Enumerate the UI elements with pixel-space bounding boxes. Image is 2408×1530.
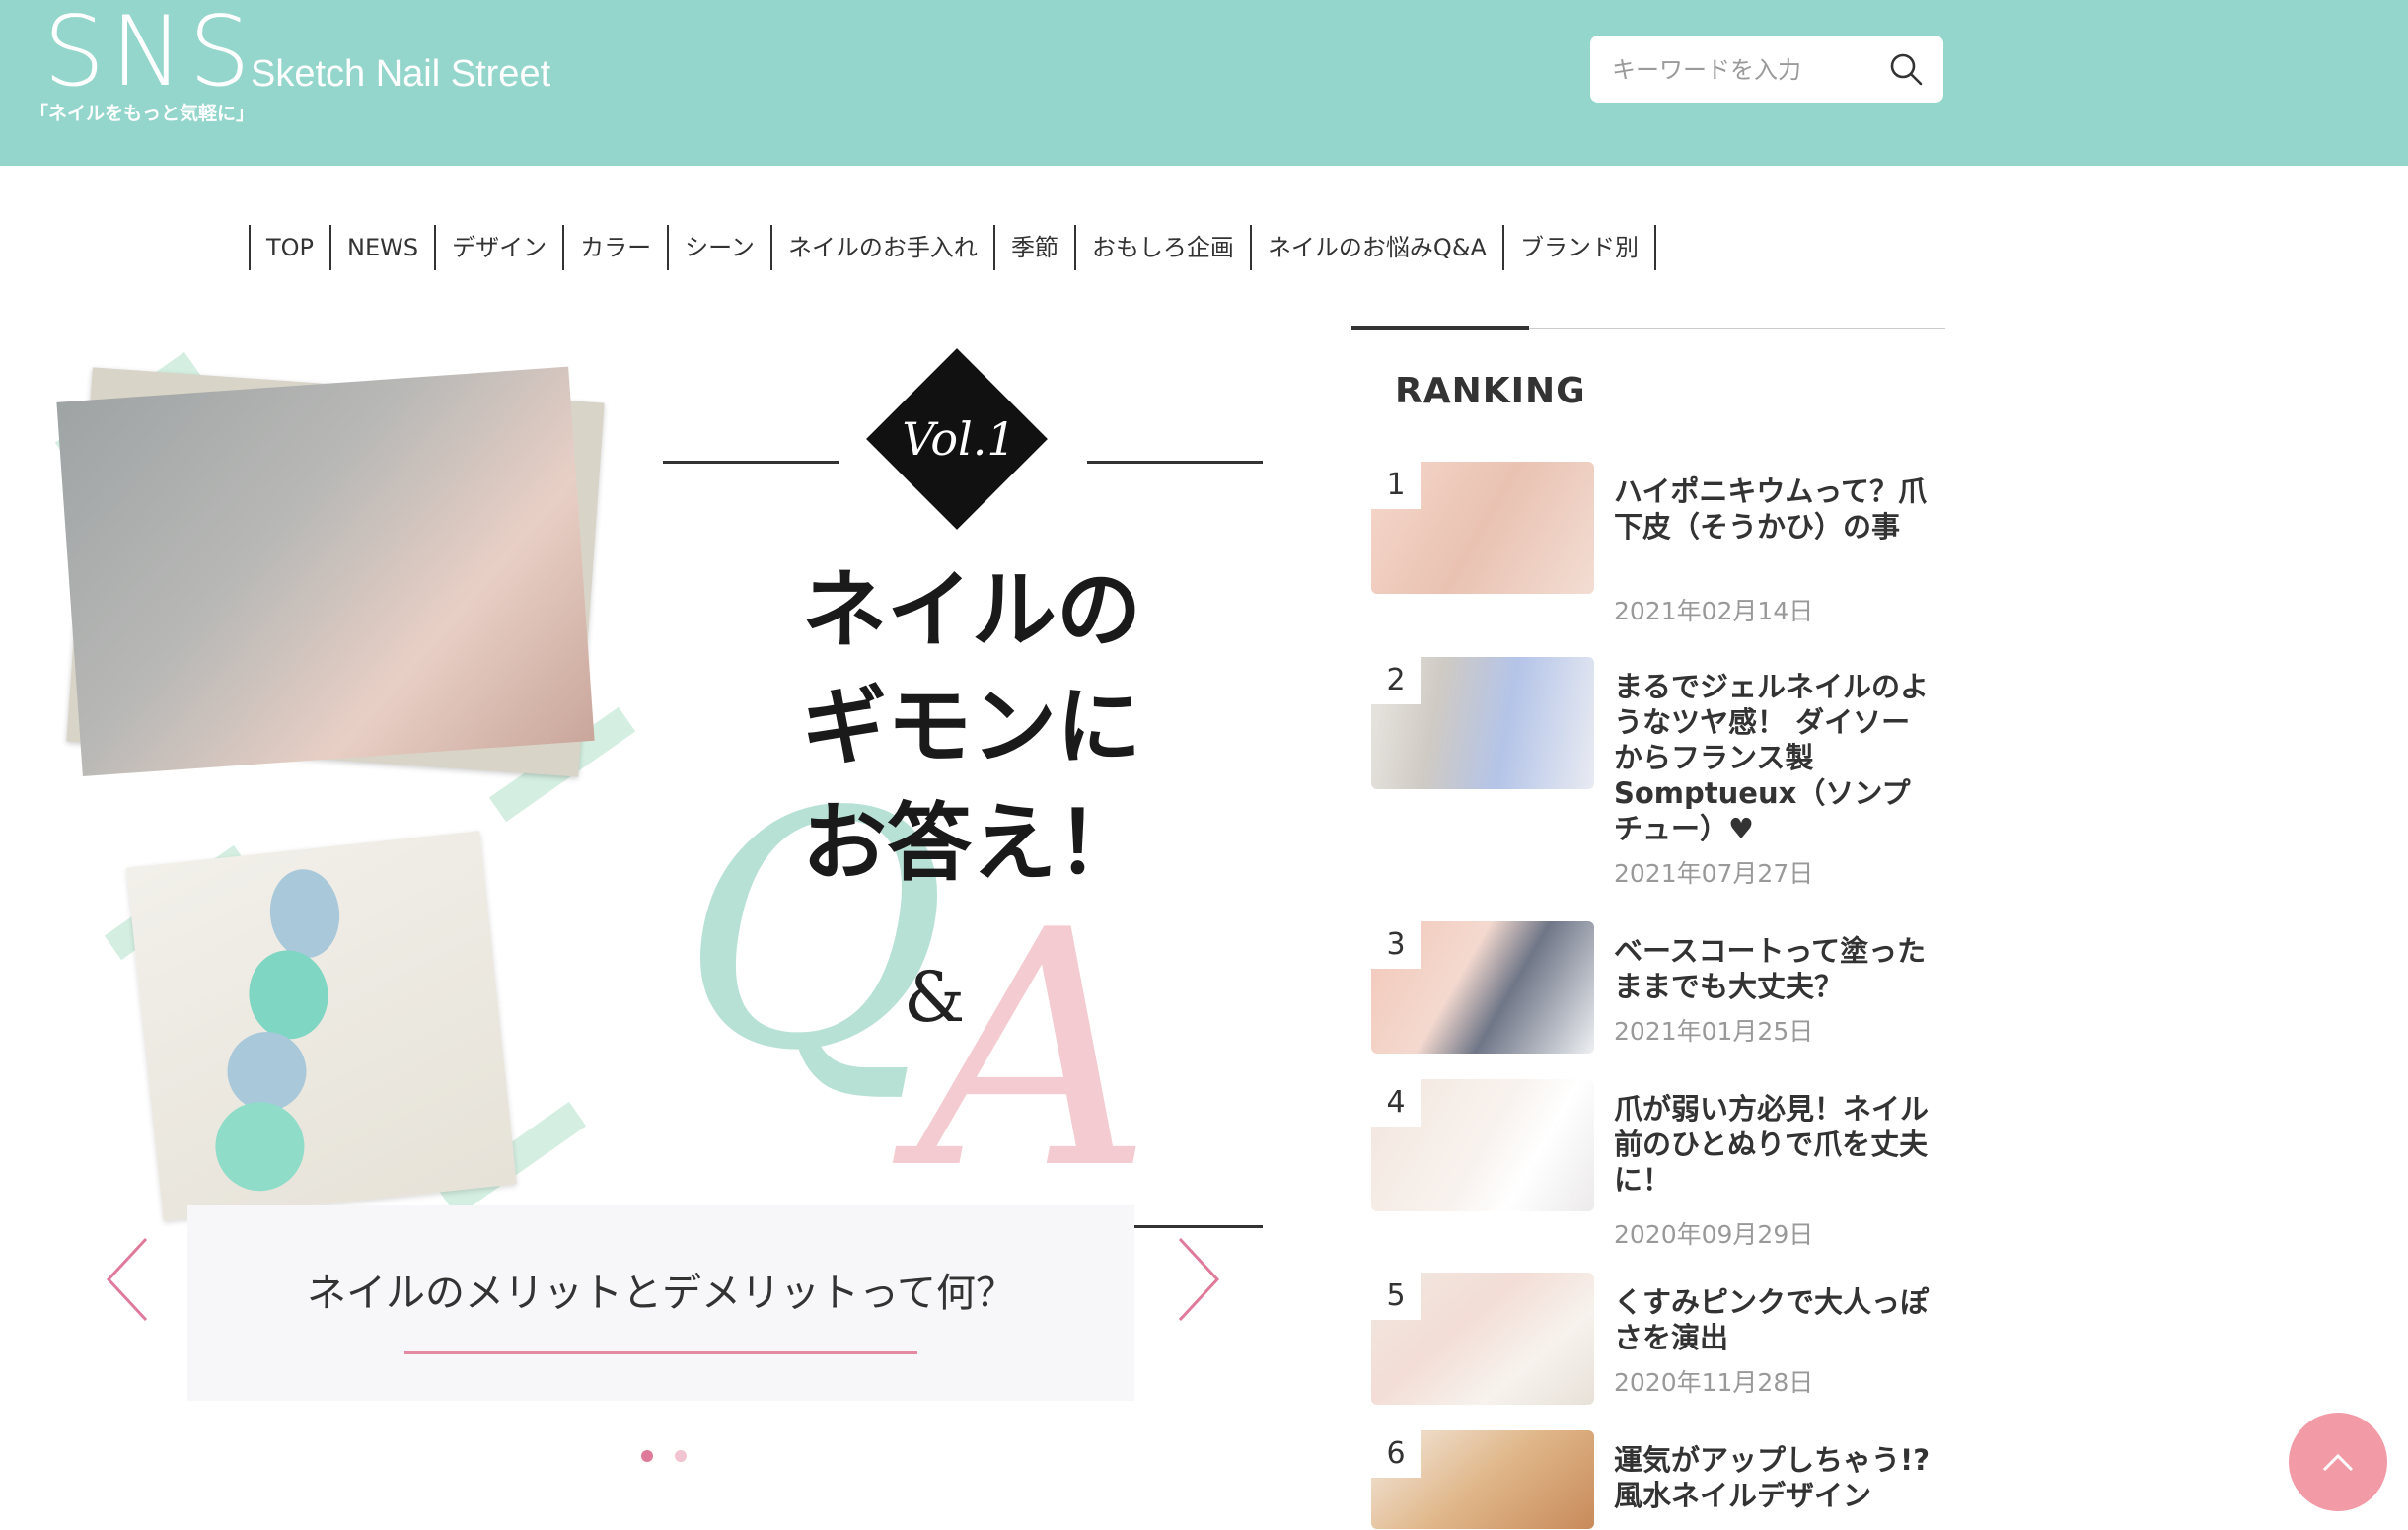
ampersand: & [904,957,966,1038]
ranking-item-date: 2020年11月28日 [1614,1368,1814,1397]
nav-item-design[interactable]: デザイン [436,225,565,270]
slider-dot[interactable] [675,1450,687,1462]
ranking-item-title[interactable]: まるでジェルネイルのようなツヤ感！ ダイソーからフランス製Somptueux（ソ… [1614,669,1934,846]
caption-underline [404,1351,917,1354]
global-nav: TOP NEWS デザイン カラー シーン ネイルのお手入れ 季節 おもしろ企画… [249,225,1656,270]
nav-item-brand[interactable]: ブランド別 [1504,225,1656,270]
hero-rule [663,461,839,464]
ranking-item-date: 2021年01月25日 [1614,1017,1814,1046]
hero-title-line: ギモンに [802,677,1141,776]
slide-caption-text[interactable]: ネイルのメリットとデメリットって何？ [187,1261,1134,1318]
ranking-item-title[interactable]: 運気がアップしちゃう!?風水ネイルデザイン [1614,1442,1934,1529]
rank-number: 2 [1371,657,1421,704]
back-to-top-button[interactable] [2289,1413,2387,1511]
nav-item-scene[interactable]: シーン [669,225,772,270]
slide-caption[interactable]: ネイルのメリットとデメリットって何？ [187,1205,1134,1401]
logo-tagline: 「ネイルをもっと気軽に」 [30,103,255,124]
search-input[interactable] [1610,49,1880,91]
chevron-up-icon [2322,1453,2354,1472]
hero-title: ネイルの ギモンに お答え！ [774,552,1169,902]
big-a-letter: A [917,861,1153,1240]
search-icon[interactable] [1888,51,1924,87]
nav-item-fun[interactable]: おもしろ企画 [1076,225,1252,270]
ranking-item-title[interactable]: 爪が弱い方必見！ネイル前のひとぬりで爪を丈夫に！ [1614,1091,1934,1198]
nav-item-qa[interactable]: ネイルのお悩みQ&A [1252,225,1504,270]
nail-photo-hand [56,366,605,777]
ranking-item-date: 2020年09月29日 [1614,1220,1814,1249]
ranking-title: RANKING [1395,371,1586,411]
nail-photo-tips [126,831,517,1221]
ranking-divider-accent [1351,326,1529,330]
search-box [1590,36,1943,103]
nav-item-color[interactable]: カラー [564,225,670,270]
next-arrow-icon[interactable] [1164,1235,1223,1324]
logo-mark[interactable]: SNS [43,4,256,101]
ranking-item-title[interactable]: ベースコートって塗ったままでも大丈夫？ [1614,933,1934,1004]
rank-number: 3 [1371,921,1421,969]
hero-title-line: お答え！ [802,793,1141,893]
slider-pagination [641,1450,687,1462]
ranking-item-date: 2021年07月27日 [1614,859,1814,888]
hero-rule [1134,1225,1263,1228]
ranking-item-title[interactable]: くすみピンクで大人っぽさを演出 [1614,1284,1934,1355]
hero-slider[interactable]: Vol.1 Q A & ネイルの ギモンに お答え！ ネイルのメリットとデメリッ… [39,348,1273,1470]
hero-title-line: ネイルの [802,560,1141,660]
site-header: SNS Sketch Nail Street 「ネイルをもっと気軽に」 [0,0,2408,166]
ranking-item-date: 2021年02月14日 [1614,597,1814,625]
rank-number: 4 [1371,1079,1421,1127]
nav-item-top[interactable]: TOP [251,225,332,270]
slider-dot[interactable] [641,1450,653,1462]
nav-item-news[interactable]: NEWS [331,225,437,270]
prev-arrow-icon[interactable] [103,1235,162,1324]
rank-number: 1 [1371,462,1421,509]
logo-name[interactable]: Sketch Nail Street [251,53,550,96]
nav-item-care[interactable]: ネイルのお手入れ [772,225,995,270]
hero-rule [1087,461,1263,464]
ranking-item-title[interactable]: ハイポニキウムって？爪下皮（そうかひ）の事 [1614,474,1934,545]
nav-item-season[interactable]: 季節 [995,225,1076,270]
rank-number: 5 [1371,1273,1421,1320]
vol-label: Vol.1 [902,412,1016,466]
rank-number: 6 [1371,1430,1421,1478]
